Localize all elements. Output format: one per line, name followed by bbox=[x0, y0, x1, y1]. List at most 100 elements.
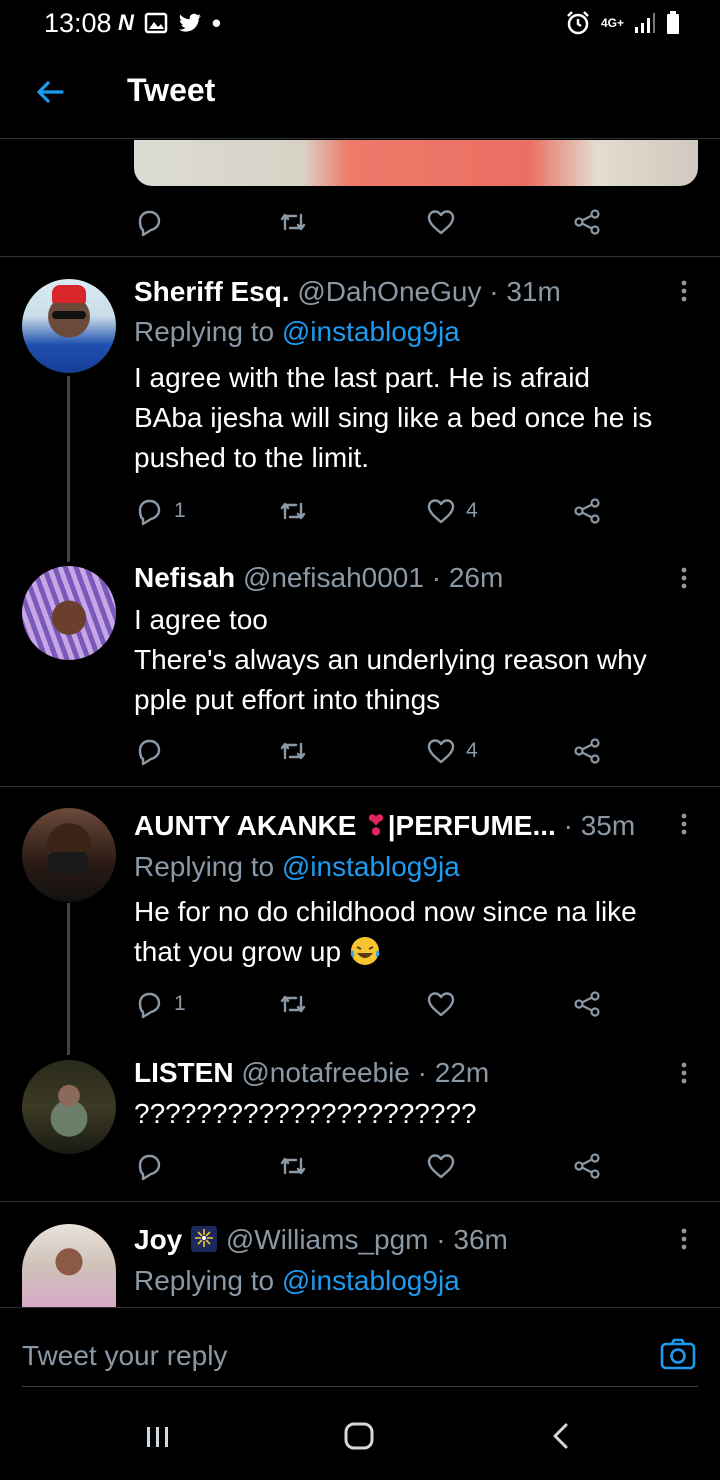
tweet-header: AUNTY AKANKE ❣|PERFUME... · 35m bbox=[134, 809, 635, 842]
tweet-text: I agree too There's always an underlying… bbox=[134, 604, 647, 715]
user-handle[interactable]: @Williams_pgm bbox=[226, 1224, 429, 1255]
back-icon[interactable] bbox=[548, 1419, 572, 1453]
mention-link[interactable]: @instablog9ja bbox=[282, 851, 460, 882]
retweet-button[interactable] bbox=[278, 202, 308, 242]
reply-button[interactable] bbox=[134, 1146, 164, 1186]
share-button[interactable] bbox=[572, 491, 602, 531]
tweet-header: Joy @Williams_pgm · 36m bbox=[134, 1224, 508, 1256]
like-button[interactable] bbox=[426, 1146, 456, 1186]
retweet-button[interactable] bbox=[278, 731, 308, 771]
battery-icon bbox=[667, 11, 679, 34]
reply-button[interactable]: 1 bbox=[134, 984, 186, 1024]
like-button[interactable] bbox=[426, 202, 456, 242]
tweet-header: LISTEN @notafreebie · 22m bbox=[134, 1057, 489, 1089]
retweet-icon bbox=[280, 995, 306, 1013]
tweet-time[interactable]: 26m bbox=[449, 562, 503, 593]
display-name[interactable]: Nefisah bbox=[134, 562, 235, 593]
replying-to: Replying to @instablog9ja bbox=[134, 851, 460, 883]
display-name[interactable]: Joy bbox=[134, 1224, 182, 1255]
reply-icon bbox=[138, 992, 161, 1019]
reply-input[interactable]: Tweet your reply bbox=[22, 1340, 227, 1372]
tweet-actions bbox=[134, 1146, 614, 1186]
heart-exclamation-emoji: ❣ bbox=[364, 810, 388, 841]
avatar[interactable] bbox=[22, 808, 116, 902]
tweet-time[interactable]: 36m bbox=[453, 1224, 507, 1255]
status-time: 13:08 bbox=[44, 8, 112, 38]
avatar[interactable] bbox=[22, 1224, 116, 1308]
camera-icon[interactable] bbox=[660, 1336, 696, 1372]
mention-link[interactable]: @instablog9ja bbox=[282, 1265, 460, 1296]
reply-count: 1 bbox=[174, 499, 186, 522]
separator-dot: · bbox=[563, 810, 573, 841]
reply-icon bbox=[138, 210, 161, 237]
replying-to-label: Replying to bbox=[134, 316, 275, 347]
avatar[interactable] bbox=[22, 566, 116, 660]
fireworks-emoji-icon bbox=[191, 1226, 218, 1252]
share-icon bbox=[574, 498, 600, 524]
user-handle[interactable]: @nefisah0001 bbox=[243, 562, 424, 593]
more-options-icon[interactable] bbox=[676, 809, 692, 839]
more-options-icon[interactable] bbox=[676, 1058, 692, 1088]
heart-icon bbox=[427, 499, 455, 524]
main-tweet-actions bbox=[134, 202, 614, 242]
reply-composer[interactable]: Tweet your reply bbox=[0, 1307, 720, 1388]
replying-to: Replying to @instablog9ja bbox=[134, 1265, 460, 1297]
composer-underline bbox=[22, 1386, 698, 1387]
more-options-icon[interactable] bbox=[676, 1224, 692, 1254]
tweet-time[interactable]: 22m bbox=[435, 1057, 489, 1088]
tweet-actions: 4 bbox=[134, 731, 614, 771]
retweet-button[interactable] bbox=[278, 491, 318, 531]
avatar[interactable] bbox=[22, 279, 116, 373]
share-icon bbox=[574, 991, 600, 1017]
replying-to-label: Replying to bbox=[134, 1265, 275, 1296]
tweet-time[interactable]: 31m bbox=[506, 276, 560, 307]
like-button[interactable]: 4 bbox=[426, 491, 478, 531]
reply-icon bbox=[138, 1154, 161, 1181]
reply-icon bbox=[138, 739, 161, 766]
share-button[interactable] bbox=[572, 731, 602, 771]
twitter-bird-icon bbox=[178, 13, 201, 32]
network-type: 4G+ bbox=[600, 16, 624, 30]
display-name[interactable]: Sheriff Esq. bbox=[134, 276, 290, 307]
display-name[interactable]: AUNTY AKANKE bbox=[134, 810, 356, 841]
more-options-icon[interactable] bbox=[676, 563, 692, 593]
divider bbox=[0, 1201, 720, 1202]
share-icon bbox=[574, 1153, 600, 1179]
retweet-button[interactable] bbox=[278, 1146, 308, 1186]
tweet-actions: 1 4 bbox=[134, 491, 614, 531]
like-button[interactable]: 4 bbox=[426, 731, 478, 771]
display-name[interactable]: LISTEN bbox=[134, 1057, 234, 1088]
share-button[interactable] bbox=[572, 202, 602, 242]
status-bar: 13:08 N • 4G+ bbox=[0, 0, 720, 48]
share-button[interactable] bbox=[572, 984, 602, 1024]
user-handle[interactable]: @DahOneGuy bbox=[297, 276, 481, 307]
reply-button[interactable] bbox=[134, 731, 174, 771]
avatar[interactable] bbox=[22, 1060, 116, 1154]
recent-apps-icon[interactable] bbox=[144, 1419, 172, 1453]
tweet-media-image[interactable] bbox=[134, 140, 698, 186]
tweet-text: He for no do childhood now since na like… bbox=[134, 892, 704, 972]
retweet-icon bbox=[280, 502, 306, 520]
tweet-actions: 1 bbox=[134, 984, 614, 1024]
share-icon bbox=[574, 209, 600, 235]
home-icon[interactable] bbox=[342, 1419, 376, 1453]
display-name-suffix[interactable]: |PERFUME... bbox=[388, 810, 556, 841]
heart-icon bbox=[427, 210, 455, 235]
reply-button[interactable]: 1 bbox=[134, 491, 186, 531]
like-button[interactable] bbox=[426, 984, 456, 1024]
divider bbox=[0, 786, 720, 787]
user-handle[interactable]: @notafreebie bbox=[241, 1057, 410, 1088]
mention-link[interactable]: @instablog9ja bbox=[282, 316, 460, 347]
share-button[interactable] bbox=[572, 1146, 602, 1186]
tweet-text-content: He for no do childhood now since na like… bbox=[134, 896, 637, 967]
retweet-button[interactable] bbox=[278, 984, 308, 1024]
arrow-left-icon[interactable] bbox=[32, 74, 68, 110]
tweet-time[interactable]: 35m bbox=[581, 810, 635, 841]
top-app-bar: Tweet bbox=[0, 48, 720, 139]
signal-icon bbox=[635, 13, 655, 33]
more-options-icon[interactable] bbox=[676, 276, 692, 306]
reply-button[interactable] bbox=[134, 202, 164, 242]
separator-dot: · bbox=[431, 562, 442, 593]
laughing-tears-emoji-icon bbox=[350, 937, 380, 965]
heart-icon bbox=[427, 739, 455, 764]
